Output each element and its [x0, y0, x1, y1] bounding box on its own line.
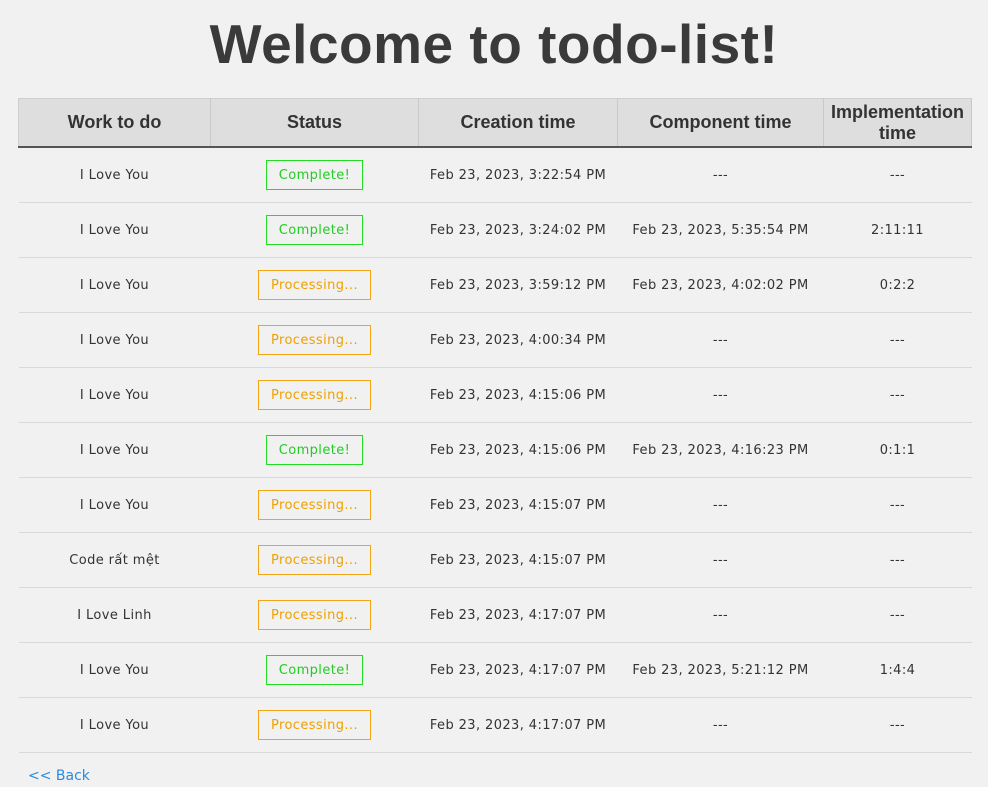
header-component-time: Component time	[617, 98, 824, 148]
implementation-time-cell: 0:1:1	[823, 422, 972, 478]
implementation-time-cell: ---	[823, 147, 972, 203]
todo-page: Welcome to todo-list! Work to do Status …	[0, 0, 988, 787]
status-complete-button[interactable]: Complete!	[265, 435, 364, 465]
work-cell: I Love You	[18, 147, 211, 203]
table-row: I Love You Complete! Feb 23, 2023, 4:17:07…	[18, 642, 972, 698]
table-row: Code rất mệt Processing... Feb 23, 2023, 4…	[18, 532, 972, 588]
table-row: I Love You Processing... Feb 23, 2023, 4:1…	[18, 367, 972, 423]
work-cell: I Love You	[18, 642, 211, 698]
creation-time-cell: Feb 23, 2023, 4:00:34 PM	[418, 312, 618, 368]
creation-time-cell: Feb 23, 2023, 4:17:07 PM	[418, 587, 618, 643]
table-body: I Love You Complete! Feb 23, 2023, 3:22:54…	[18, 147, 972, 753]
component-time-cell: ---	[617, 312, 824, 368]
component-time-cell: ---	[617, 367, 824, 423]
work-cell: I Love You	[18, 422, 211, 478]
work-cell: I Love You	[18, 202, 211, 258]
creation-time-cell: Feb 23, 2023, 4:17:07 PM	[418, 697, 618, 753]
creation-time-cell: Feb 23, 2023, 3:22:54 PM	[418, 147, 618, 203]
back-link[interactable]: << Back	[28, 768, 90, 784]
component-time-cell: Feb 23, 2023, 4:16:23 PM	[617, 422, 824, 478]
status-processing-button[interactable]: Processing...	[257, 490, 371, 520]
creation-time-cell: Feb 23, 2023, 3:59:12 PM	[418, 257, 618, 313]
implementation-time-cell: ---	[823, 697, 972, 753]
component-time-cell: ---	[617, 697, 824, 753]
status-processing-button[interactable]: Processing...	[257, 545, 371, 575]
table-row: I Love You Processing... Feb 23, 2023, 4:1…	[18, 477, 972, 533]
table-row: I Love You Processing... Feb 23, 2023, 4:1…	[18, 697, 972, 753]
table-row: I Love You Complete! Feb 23, 2023, 4:15:06…	[18, 422, 972, 478]
implementation-time-cell: 2:11:11	[823, 202, 972, 258]
header-status: Status	[210, 98, 419, 148]
page-title: Welcome to todo-list!	[209, 13, 779, 75]
implementation-time-cell: ---	[823, 367, 972, 423]
header-work: Work to do	[18, 98, 211, 148]
status-cell: Complete!	[210, 422, 419, 478]
component-time-cell: Feb 23, 2023, 4:02:02 PM	[617, 257, 824, 313]
header-implementation-time: Implementation time	[823, 98, 972, 148]
component-time-cell: Feb 23, 2023, 5:21:12 PM	[617, 642, 824, 698]
creation-time-cell: Feb 23, 2023, 4:15:06 PM	[418, 367, 618, 423]
table-row: I Love You Complete! Feb 23, 2023, 3:22:54…	[18, 147, 972, 203]
work-cell: Code rất mệt	[18, 532, 211, 588]
status-cell: Processing...	[210, 587, 419, 643]
status-cell: Processing...	[210, 477, 419, 533]
status-cell: Processing...	[210, 532, 419, 588]
creation-time-cell: Feb 23, 2023, 4:15:06 PM	[418, 422, 618, 478]
header-row: Work to do Status Creation time Componen…	[18, 98, 972, 148]
work-cell: I Love You	[18, 697, 211, 753]
implementation-time-cell: 0:2:2	[823, 257, 972, 313]
todo-table: Work to do Status Creation time Componen…	[18, 98, 972, 753]
status-processing-button[interactable]: Processing...	[257, 600, 371, 630]
status-cell: Processing...	[210, 312, 419, 368]
implementation-time-cell: 1:4:4	[823, 642, 972, 698]
status-cell: Complete!	[210, 202, 419, 258]
work-cell: I Love Linh	[18, 587, 211, 643]
work-cell: I Love You	[18, 367, 211, 423]
status-cell: Complete!	[210, 147, 419, 203]
creation-time-cell: Feb 23, 2023, 3:24:02 PM	[418, 202, 618, 258]
implementation-time-cell: ---	[823, 312, 972, 368]
creation-time-cell: Feb 23, 2023, 4:17:07 PM	[418, 642, 618, 698]
status-cell: Complete!	[210, 642, 419, 698]
status-processing-button[interactable]: Processing...	[257, 710, 371, 740]
implementation-time-cell: ---	[823, 587, 972, 643]
status-cell: Processing...	[210, 257, 419, 313]
implementation-time-cell: ---	[823, 477, 972, 533]
status-complete-button[interactable]: Complete!	[265, 655, 364, 685]
component-time-cell: Feb 23, 2023, 5:35:54 PM	[617, 202, 824, 258]
table-header: Work to do Status Creation time Componen…	[18, 98, 972, 148]
status-processing-button[interactable]: Processing...	[257, 325, 371, 355]
status-cell: Processing...	[210, 697, 419, 753]
creation-time-cell: Feb 23, 2023, 4:15:07 PM	[418, 477, 618, 533]
work-cell: I Love You	[18, 477, 211, 533]
status-complete-button[interactable]: Complete!	[265, 215, 364, 245]
table-row: I Love Linh Processing... Feb 23, 2023, 4:…	[18, 587, 972, 643]
status-processing-button[interactable]: Processing...	[257, 380, 371, 410]
work-cell: I Love You	[18, 257, 211, 313]
component-time-cell: ---	[617, 587, 824, 643]
status-cell: Processing...	[210, 367, 419, 423]
header-creation-time: Creation time	[418, 98, 618, 148]
component-time-cell: ---	[617, 147, 824, 203]
implementation-time-cell: ---	[823, 532, 972, 588]
table-row: I Love You Processing... Feb 23, 2023, 4:0…	[18, 312, 972, 368]
table-row: I Love You Complete! Feb 23, 2023, 3:24:02…	[18, 202, 972, 258]
component-time-cell: ---	[617, 477, 824, 533]
table-row: I Love You Processing... Feb 23, 2023, 3:5…	[18, 257, 972, 313]
component-time-cell: ---	[617, 532, 824, 588]
creation-time-cell: Feb 23, 2023, 4:15:07 PM	[418, 532, 618, 588]
work-cell: I Love You	[18, 312, 211, 368]
status-complete-button[interactable]: Complete!	[265, 160, 364, 190]
status-processing-button[interactable]: Processing...	[257, 270, 371, 300]
